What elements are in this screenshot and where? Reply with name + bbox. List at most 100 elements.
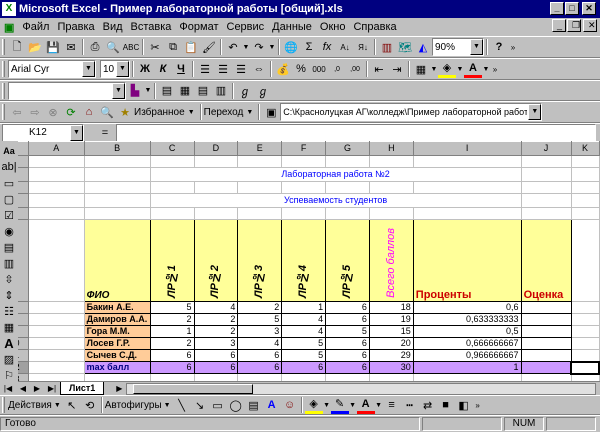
column-header[interactable]: C xyxy=(149,141,195,156)
grade-cell[interactable] xyxy=(520,337,572,350)
increase-decimal-icon[interactable]: ,0 xyxy=(328,60,346,78)
student-name[interactable]: Лосев Г.Р. xyxy=(83,337,151,350)
oval-icon[interactable]: ◯ xyxy=(227,396,245,414)
shadow-icon[interactable]: ■ xyxy=(437,396,455,414)
score-cell[interactable]: 6 xyxy=(325,337,370,350)
chevron-down-icon[interactable]: ▼ xyxy=(116,61,129,77)
tab-sheet1[interactable]: Лист1 xyxy=(60,382,105,395)
prev-tab-icon[interactable]: ◀ xyxy=(20,384,26,393)
line-color-icon[interactable]: ✎ xyxy=(330,396,349,414)
cell[interactable] xyxy=(570,193,600,208)
score-cell[interactable]: 2 xyxy=(237,301,283,314)
label-icon[interactable]: Aa xyxy=(0,143,18,159)
doc-icon[interactable]: ▣ xyxy=(0,21,18,34)
borders-icon[interactable]: ▦ xyxy=(412,60,430,78)
cell[interactable] xyxy=(27,207,85,220)
font-color-dropdown-icon[interactable]: ▼ xyxy=(375,396,383,414)
toolbar-grip[interactable] xyxy=(2,61,5,77)
cell[interactable] xyxy=(570,155,600,168)
scroll-thumb[interactable] xyxy=(133,383,254,394)
cell[interactable] xyxy=(237,207,283,220)
text-box-icon[interactable]: ▤ xyxy=(245,396,263,414)
cell[interactable] xyxy=(570,181,600,194)
cell[interactable] xyxy=(149,207,195,220)
chevron-down-icon[interactable]: ▼ xyxy=(70,124,83,141)
sort-asc-icon[interactable]: A↓ xyxy=(336,38,354,56)
undo-icon[interactable]: ↶ xyxy=(224,38,242,56)
mail-icon[interactable]: ✉ xyxy=(62,38,80,56)
total-cell[interactable]: 18 xyxy=(368,301,414,314)
map-icon[interactable]: 🗺 xyxy=(396,38,414,56)
help-icon[interactable]: ? xyxy=(490,38,508,56)
close-button[interactable]: ✕ xyxy=(582,2,596,15)
cell[interactable] xyxy=(27,313,85,326)
run-dialog-icon[interactable]: ⚐ xyxy=(0,367,18,383)
cell[interactable] xyxy=(83,167,151,182)
arrow-style-icon[interactable]: ⇄ xyxy=(419,396,437,414)
hyperlink-icon[interactable]: 🌐 xyxy=(282,38,300,56)
font-size-select[interactable]: 10 ▼ xyxy=(100,60,130,78)
address-field[interactable]: C:\Краснолуцкая АГ\колледж\Пример лабора… xyxy=(280,103,543,121)
maximize-button[interactable]: □ xyxy=(565,2,579,15)
max-grade-cell[interactable] xyxy=(520,361,572,374)
cell[interactable] xyxy=(412,155,522,168)
score-cell[interactable]: 5 xyxy=(281,349,327,362)
fill-dropdown-icon[interactable]: ▼ xyxy=(456,60,464,78)
column-header[interactable]: H xyxy=(368,141,414,156)
column-header[interactable]: A xyxy=(27,141,85,156)
cell[interactable] xyxy=(520,181,572,194)
toolbar-grip[interactable] xyxy=(2,397,5,413)
max-cell[interactable]: 6 xyxy=(149,361,195,374)
3d-icon[interactable]: ◧ xyxy=(455,396,473,414)
home-icon[interactable]: ⌂ xyxy=(80,103,98,121)
underline-icon[interactable]: Ч xyxy=(172,60,190,78)
column-header[interactable]: K xyxy=(570,141,600,156)
by-row-icon[interactable]: ▤ xyxy=(194,82,212,100)
cell[interactable] xyxy=(281,155,327,168)
autoshapes-menu[interactable]: Автофигуры xyxy=(105,400,162,411)
legend-icon[interactable]: ▤ xyxy=(158,82,176,100)
line-icon[interactable]: ╲ xyxy=(173,396,191,414)
more-buttons-icon[interactable]: » xyxy=(508,38,518,56)
cell[interactable] xyxy=(520,167,572,182)
favorites-icon[interactable]: ★ xyxy=(116,103,134,121)
score-cell[interactable]: 3 xyxy=(237,325,283,338)
sheet-title[interactable]: Лабораторная работа №2 xyxy=(149,167,522,182)
toolbar-grip[interactable] xyxy=(2,82,5,99)
italic-icon[interactable]: К xyxy=(154,60,172,78)
header-total[interactable]: Всего баллов xyxy=(368,219,414,302)
column-header[interactable]: D xyxy=(193,141,239,156)
score-cell[interactable]: 6 xyxy=(237,349,283,362)
score-cell[interactable]: 6 xyxy=(149,349,195,362)
stop-icon[interactable]: ⊗ xyxy=(44,103,62,121)
cell[interactable] xyxy=(27,325,85,338)
minimize-button[interactable]: _ xyxy=(550,2,564,15)
menu-file[interactable]: Файл xyxy=(18,21,53,33)
max-label[interactable]: max балл xyxy=(83,361,151,374)
increase-indent-icon[interactable]: ⇥ xyxy=(388,60,406,78)
cell[interactable] xyxy=(193,155,239,168)
chevron-down-icon[interactable]: ▼ xyxy=(112,82,125,99)
dash-style-icon[interactable]: ┅ xyxy=(401,396,419,414)
chart-type-icon[interactable]: ▙ xyxy=(126,82,144,100)
score-cell[interactable]: 5 xyxy=(149,301,195,314)
spinner-icon[interactable]: ⇕ xyxy=(0,287,18,303)
line-dropdown-icon[interactable]: ▼ xyxy=(349,396,357,414)
column-header[interactable]: I xyxy=(412,141,522,156)
score-cell[interactable]: 4 xyxy=(237,337,283,350)
bold-icon[interactable]: Ж xyxy=(136,60,154,78)
column-header[interactable]: E xyxy=(237,141,283,156)
score-cell[interactable]: 6 xyxy=(325,301,370,314)
student-name[interactable]: Дамиров А.А. xyxy=(83,313,151,326)
header-lr1[interactable]: ЛР№1 xyxy=(149,219,195,302)
cell[interactable] xyxy=(570,219,600,302)
cell[interactable] xyxy=(368,207,414,220)
refresh-icon[interactable]: ⟳ xyxy=(62,103,80,121)
score-cell[interactable]: 6 xyxy=(325,349,370,362)
cell[interactable] xyxy=(149,181,195,194)
cell[interactable] xyxy=(27,349,85,362)
chart-wizard-icon[interactable]: ▥ xyxy=(378,38,396,56)
score-cell[interactable]: 6 xyxy=(193,349,239,362)
by-column-icon[interactable]: ▥ xyxy=(212,82,230,100)
cell[interactable] xyxy=(325,181,370,194)
